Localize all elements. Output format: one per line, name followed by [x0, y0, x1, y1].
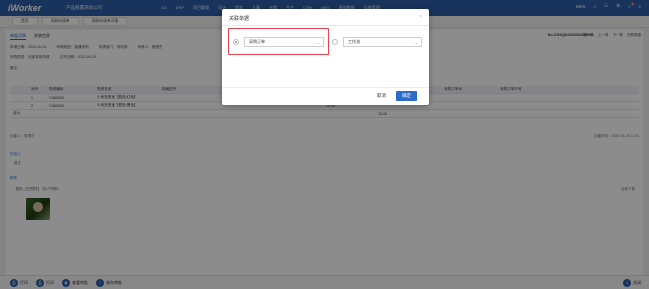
- close-icon[interactable]: ×: [419, 14, 422, 20]
- select-value: 采购订单: [249, 39, 265, 44]
- cancel-button[interactable]: 取消: [373, 91, 390, 101]
- chevron-down-icon: ⌄: [414, 40, 418, 45]
- dialog-divider: [222, 25, 429, 26]
- related-docs-dialog: 关联单据 × 采购订单 ⌄ 工作流 ⌄ 取消 确定: [222, 9, 429, 105]
- select-value: 工作流: [348, 39, 360, 44]
- workflow-select[interactable]: 工作流 ⌄: [343, 37, 422, 47]
- purchase-order-select[interactable]: 采购订单 ⌄: [244, 37, 324, 47]
- dialog-footer-divider: [222, 87, 429, 88]
- confirm-button[interactable]: 确定: [396, 91, 417, 101]
- radio-workflow[interactable]: [332, 39, 338, 45]
- dialog-title: 关联单据: [229, 16, 250, 22]
- radio-purchase-order[interactable]: [233, 39, 239, 45]
- chevron-down-icon: ⌄: [316, 40, 320, 45]
